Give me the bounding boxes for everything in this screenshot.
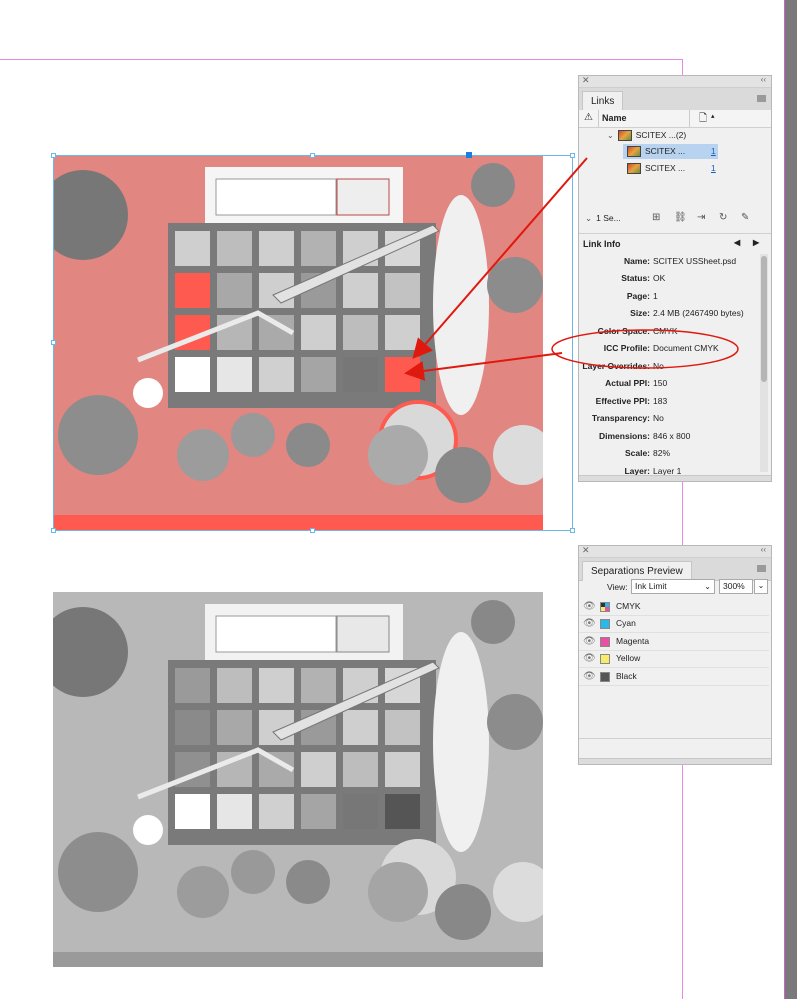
annotation-arrow-lower [404, 352, 563, 381]
annotation-ellipse [551, 329, 739, 369]
annotation-overlay [404, 157, 739, 381]
annotation-arrow-upper [412, 157, 588, 360]
